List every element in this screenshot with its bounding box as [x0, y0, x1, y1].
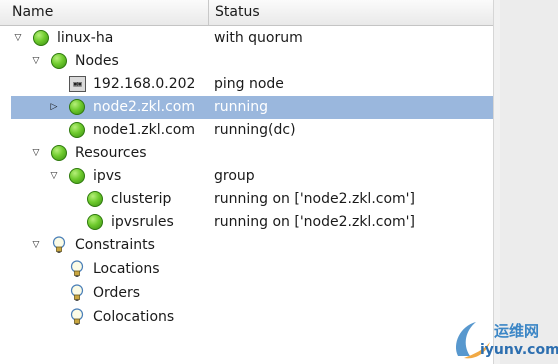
tree-label: Locations — [93, 261, 160, 277]
column-header-status[interactable]: Status — [208, 0, 494, 25]
tree-status: with quorum — [214, 30, 303, 46]
collapsed-triangle-icon[interactable]: ▷ — [49, 102, 59, 112]
lightbulb-icon — [70, 284, 84, 301]
computer-host-icon: ▣▣ — [69, 76, 86, 92]
tree-row-ipvsrules[interactable]: ipvsrules running on ['node2.zkl.com'] — [11, 211, 497, 234]
lightbulb-icon — [70, 308, 84, 325]
tree-row-clusterip[interactable]: clusterip running on ['node2.zkl.com'] — [11, 188, 497, 211]
tree-row-node1[interactable]: node1.zkl.com running(dc) — [11, 119, 497, 142]
tree-status: running(dc) — [214, 122, 296, 138]
tree-row-ipvs[interactable]: ▽ ipvs group — [11, 165, 497, 188]
tree-row-nodes[interactable]: ▽ Nodes — [11, 50, 497, 73]
tree-label: 192.168.0.202 — [93, 76, 196, 92]
tree-row-colocations[interactable]: Colocations — [11, 306, 497, 329]
tree-label: Nodes — [75, 53, 119, 69]
tree-row-ping-node[interactable]: ▣▣ 192.168.0.202 ping node — [11, 73, 497, 96]
tree-status: running — [214, 99, 269, 115]
tree-row-constraints[interactable]: ▽ Constraints — [11, 234, 497, 257]
tree-status: running on ['node2.zkl.com'] — [214, 214, 415, 230]
expanded-triangle-icon[interactable]: ▽ — [49, 171, 59, 181]
expanded-triangle-icon[interactable]: ▽ — [31, 148, 41, 158]
tree-label: node2.zkl.com — [93, 99, 195, 115]
running-status-icon — [87, 191, 103, 207]
watermark-text-en: iyunv.com — [480, 342, 558, 358]
lightbulb-icon — [52, 236, 66, 253]
tree-row-locations[interactable]: Locations — [11, 258, 497, 281]
tree-row-node2[interactable]: ▷ node2.zkl.com running — [11, 96, 497, 119]
watermark-logo: 运维网 iyunv.com — [450, 316, 558, 364]
running-status-icon — [69, 168, 85, 184]
running-status-icon — [51, 53, 67, 69]
column-header-bar: Name Status — [0, 0, 500, 26]
tree-label: Constraints — [75, 237, 155, 253]
cluster-tree-view: Name Status ▽ linux-ha with quorum ▽ Nod… — [0, 0, 501, 364]
tree-label: linux-ha — [57, 30, 114, 46]
running-status-icon — [33, 30, 49, 46]
tree-label: node1.zkl.com — [93, 122, 195, 138]
tree-row-orders[interactable]: Orders — [11, 282, 497, 305]
running-status-icon — [69, 99, 85, 115]
tree-label: clusterip — [111, 191, 172, 207]
tree-label: Resources — [75, 145, 147, 161]
running-status-icon — [51, 145, 67, 161]
detail-pane — [500, 0, 558, 364]
tree-label: ipvs — [93, 168, 122, 184]
expanded-triangle-icon[interactable]: ▽ — [31, 56, 41, 66]
expanded-triangle-icon[interactable]: ▽ — [31, 240, 41, 250]
tree-label: Orders — [93, 285, 141, 301]
watermark-text-cn: 运维网 — [494, 322, 540, 340]
column-header-name[interactable]: Name — [6, 0, 208, 25]
tree-label: Colocations — [93, 309, 175, 325]
expanded-triangle-icon[interactable]: ▽ — [13, 33, 23, 43]
tree-status: ping node — [214, 76, 284, 92]
tree-status: group — [214, 168, 255, 184]
tree-row-resources[interactable]: ▽ Resources — [11, 142, 497, 165]
tree-label: ipvsrules — [111, 214, 174, 230]
tree-status: running on ['node2.zkl.com'] — [214, 191, 415, 207]
tree-row-linux-ha[interactable]: ▽ linux-ha with quorum — [11, 27, 497, 50]
running-status-icon — [69, 122, 85, 138]
lightbulb-icon — [70, 260, 84, 277]
running-status-icon — [87, 214, 103, 230]
